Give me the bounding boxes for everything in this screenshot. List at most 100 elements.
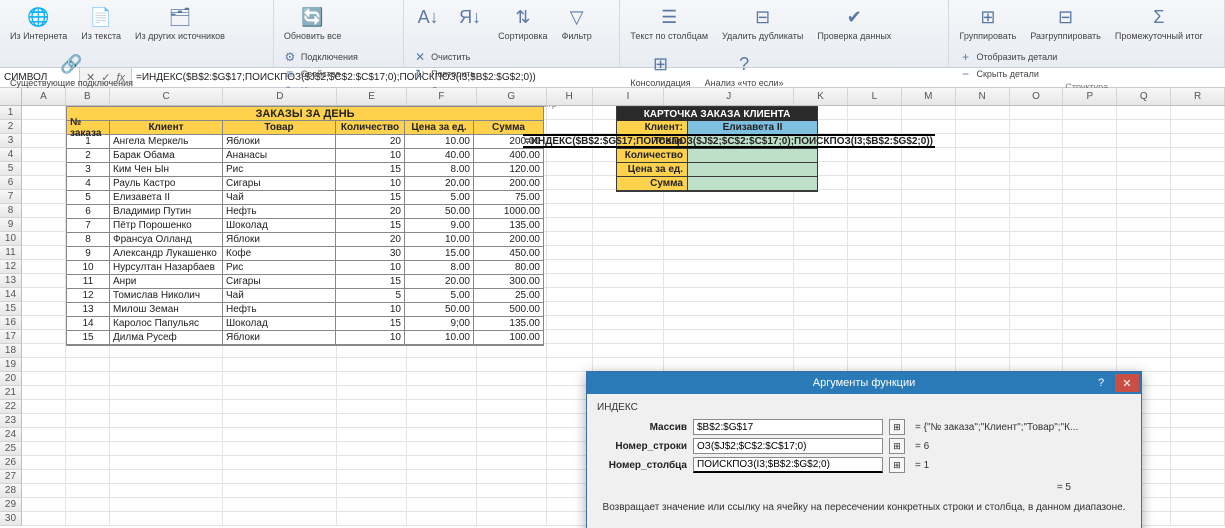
card-client-value[interactable]: Елизавета II [688,121,817,135]
cell[interactable] [547,106,593,120]
cell[interactable] [1063,344,1117,358]
column-header[interactable]: P [1063,88,1117,105]
column-header[interactable]: K [794,88,848,105]
range-picker-icon[interactable]: ⊞ [889,419,905,435]
cell[interactable] [223,372,337,386]
cell[interactable] [956,190,1010,204]
orders-cell[interactable]: 100.00 [474,331,543,345]
cell[interactable] [848,190,902,204]
row-header[interactable]: 8 [0,204,22,218]
cell[interactable] [956,274,1010,288]
ribbon-small-button[interactable]: ↻Повторить [410,66,499,82]
row-header[interactable]: 6 [0,176,22,190]
dialog-arg-input[interactable] [693,419,883,435]
cell[interactable] [664,344,794,358]
cell[interactable] [1063,134,1117,148]
cell[interactable] [337,484,407,498]
cell[interactable] [407,372,477,386]
cell[interactable] [593,190,665,204]
cell[interactable] [956,316,1010,330]
cell[interactable] [1171,498,1225,512]
cell[interactable] [337,428,407,442]
row-header[interactable]: 19 [0,358,22,372]
column-header[interactable]: E [337,88,407,105]
cell[interactable] [794,302,848,316]
row-header[interactable]: 17 [0,330,22,344]
orders-cell[interactable]: 450.00 [474,247,543,261]
cell[interactable] [1171,316,1225,330]
cell[interactable] [22,232,66,246]
cell[interactable] [1117,218,1171,232]
cell[interactable] [477,386,547,400]
orders-cell[interactable]: Сигары [223,275,336,289]
orders-cell[interactable]: 5 [67,191,110,205]
cell[interactable] [1171,162,1225,176]
orders-cell[interactable]: Чай [223,191,336,205]
orders-cell[interactable]: 10.00 [405,135,474,149]
cell[interactable] [110,428,224,442]
cell[interactable] [956,302,1010,316]
cell[interactable] [337,344,407,358]
orders-cell[interactable]: 200.00 [474,233,543,247]
ribbon-button[interactable]: ⊞Группировать [955,2,1020,43]
cell[interactable] [848,358,902,372]
cell[interactable] [22,246,66,260]
cell[interactable] [1010,204,1064,218]
column-header[interactable]: O [1010,88,1064,105]
row-header[interactable]: 16 [0,316,22,330]
cell[interactable] [794,344,848,358]
cell[interactable] [22,414,66,428]
column-header[interactable]: H [547,88,593,105]
cell[interactable] [22,218,66,232]
cell[interactable] [902,316,956,330]
select-all-corner[interactable] [0,88,22,105]
cell[interactable] [66,386,110,400]
orders-cell[interactable]: Томислав Николич [110,289,223,303]
cell[interactable] [223,470,337,484]
cell[interactable] [477,344,547,358]
cell[interactable] [664,232,794,246]
orders-cell[interactable]: 13 [67,303,110,317]
cell[interactable] [110,344,224,358]
cell[interactable] [22,316,66,330]
cell[interactable] [794,260,848,274]
row-header[interactable]: 26 [0,456,22,470]
ribbon-button[interactable]: ⇅Сортировка [494,2,551,43]
cell[interactable] [902,330,956,344]
cell[interactable] [956,134,1010,148]
orders-cell[interactable]: Ким Чен Ын [110,163,223,177]
cell[interactable] [848,274,902,288]
cell[interactable] [664,358,794,372]
cell[interactable] [223,414,337,428]
orders-cell[interactable]: 40.00 [405,149,474,163]
cell[interactable] [593,204,665,218]
cell[interactable] [664,274,794,288]
cell[interactable] [407,386,477,400]
orders-cell[interactable]: 15 [336,163,405,177]
ribbon-button[interactable]: 🔗Существующие подключения [6,49,137,90]
orders-cell[interactable]: Анри [110,275,223,289]
cell[interactable] [848,246,902,260]
column-header[interactable]: M [902,88,956,105]
orders-cell[interactable]: Шоколад [223,317,336,331]
cell[interactable] [547,330,593,344]
orders-cell[interactable]: Елизавета II [110,191,223,205]
cell[interactable] [1117,274,1171,288]
row-header[interactable]: 1 [0,106,22,120]
ribbon-small-button[interactable]: ✕Очистить [410,49,499,65]
orders-cell[interactable]: Шоколад [223,219,336,233]
cell[interactable] [223,456,337,470]
ribbon-button[interactable]: 🗂Из других источников [131,2,229,43]
column-header[interactable]: Q [1117,88,1171,105]
cell[interactable] [22,484,66,498]
ribbon-button[interactable]: 🔄Обновить все [280,2,345,43]
cell[interactable] [794,358,848,372]
cell[interactable] [110,372,224,386]
cell[interactable] [547,288,593,302]
cell[interactable] [593,316,665,330]
cell[interactable] [902,274,956,288]
row-header[interactable]: 13 [0,274,22,288]
cell[interactable] [337,414,407,428]
cell[interactable] [337,456,407,470]
orders-cell[interactable]: 120.00 [474,163,543,177]
